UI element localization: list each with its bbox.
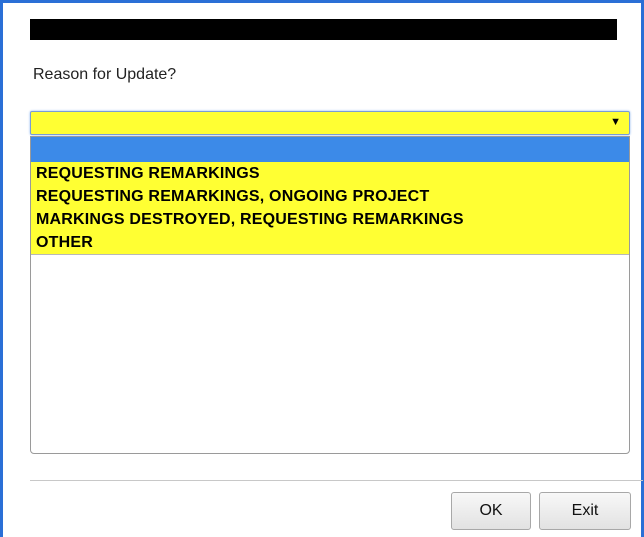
title-bar: [30, 19, 617, 40]
option-other[interactable]: OTHER: [31, 231, 629, 254]
option-requesting-remarkings-ongoing-project[interactable]: REQUESTING REMARKINGS, ONGOING PROJECT: [31, 185, 629, 208]
option-requesting-remarkings[interactable]: REQUESTING REMARKINGS: [31, 162, 629, 185]
exit-button[interactable]: Exit: [539, 492, 631, 530]
ok-button[interactable]: OK: [451, 492, 531, 530]
options-list: REQUESTING REMARKINGS REQUESTING REMARKI…: [31, 137, 629, 255]
footer-separator: [30, 480, 643, 481]
dropdown-arrow-icon[interactable]: ▼: [610, 116, 621, 128]
prompt-label: Reason for Update?: [33, 66, 177, 83]
option-blank[interactable]: [31, 137, 629, 162]
reason-listbox: REQUESTING REMARKINGS REQUESTING REMARKI…: [30, 136, 630, 454]
option-markings-destroyed[interactable]: MARKINGS DESTROYED, REQUESTING REMARKING…: [31, 208, 629, 231]
reason-select[interactable]: ▼: [30, 111, 630, 135]
reason-dialog: Reason for Update? ▼ REQUESTING REMARKIN…: [0, 0, 644, 537]
